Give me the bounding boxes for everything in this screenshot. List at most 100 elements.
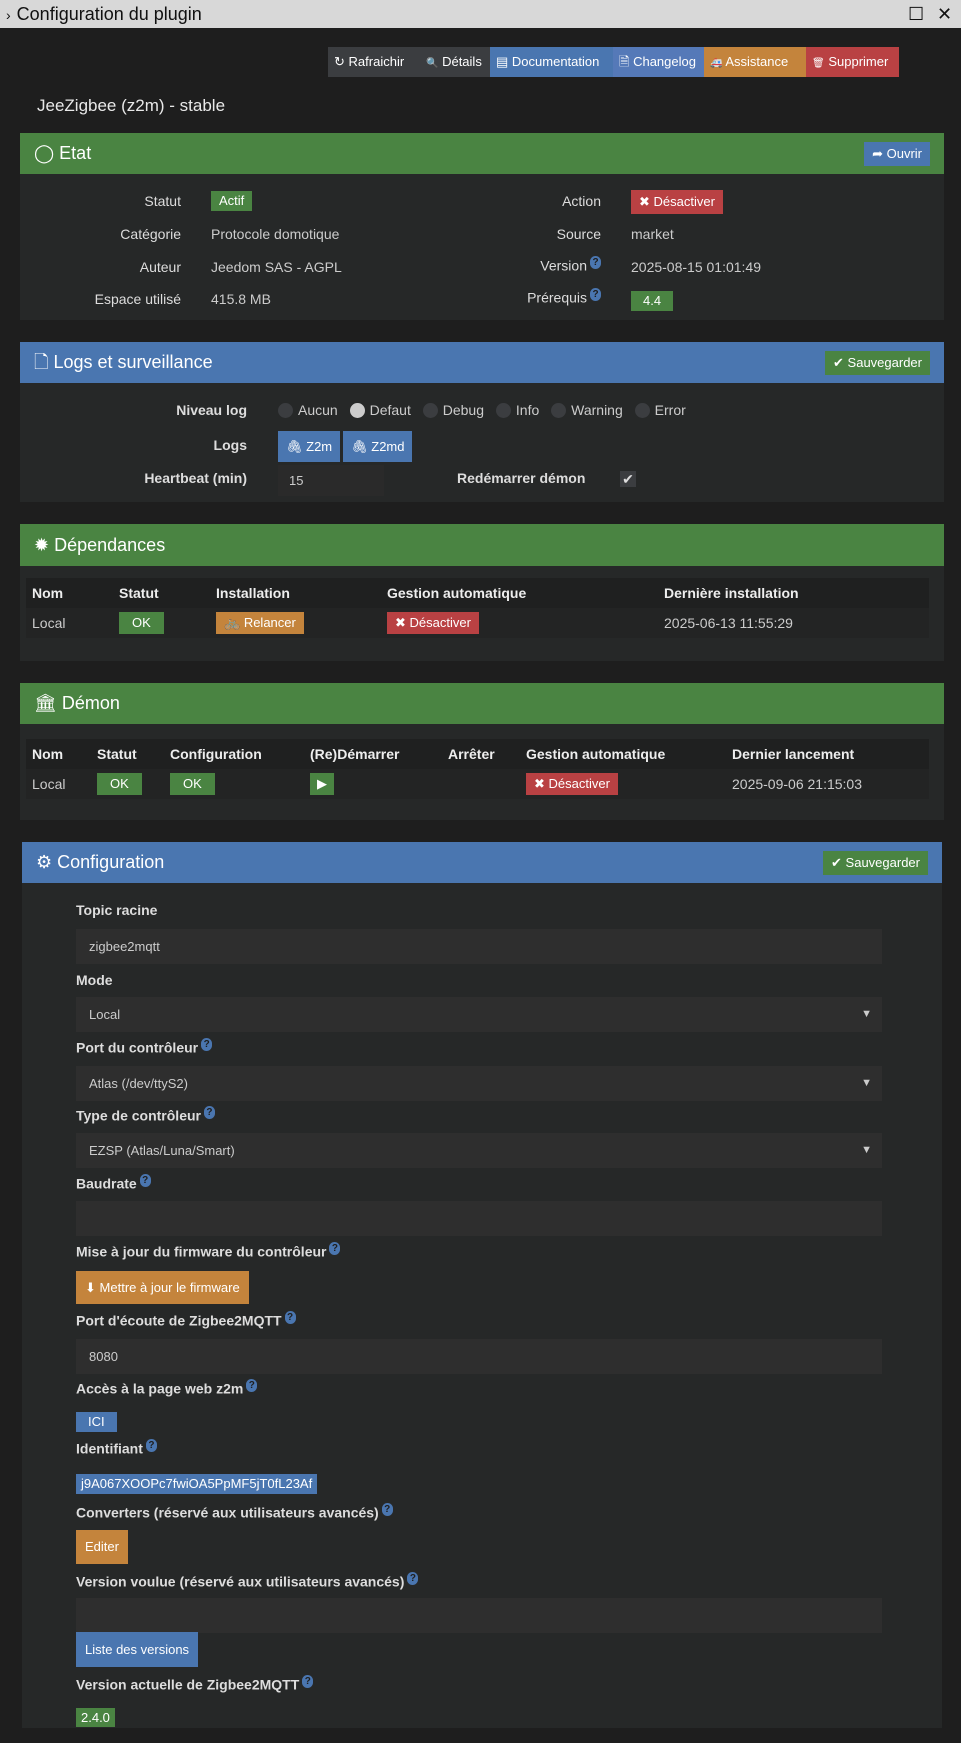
- port-label: Port du contrôleur: [76, 1039, 199, 1056]
- help-icon[interactable]: ?: [590, 288, 601, 301]
- topic-input[interactable]: zigbee2mqtt: [76, 929, 882, 964]
- column-header: Dernier lancement: [732, 746, 855, 762]
- help-icon[interactable]: ?: [329, 1242, 341, 1255]
- edit-converters-button[interactable]: Editer: [76, 1530, 128, 1564]
- logs-header: 🗋 Logs et surveillance ✔ Sauvegarder: [20, 342, 944, 383]
- wanted-version-label: Version voulue (réservé aux utilisateurs…: [76, 1573, 405, 1590]
- column-header: Configuration: [170, 746, 262, 762]
- help-icon[interactable]: ?: [145, 1439, 157, 1452]
- web-access-label: Accès à la page web z2m: [76, 1380, 244, 1397]
- type-value: EZSP (Atlas/Luna/Smart): [89, 1143, 235, 1158]
- web-ici-button[interactable]: ICI: [76, 1412, 117, 1432]
- category-value: Protocole domotique: [211, 226, 340, 242]
- dependencies-panel: ✹ Dépendances Nom Statut Installation Gesti…: [20, 524, 944, 661]
- dependencies-title: Dépendances: [54, 535, 166, 555]
- details-button[interactable]: 🔍 Détails: [420, 47, 490, 77]
- daemon-auto-deactivate-button[interactable]: ✖ Désactiver: [526, 773, 618, 795]
- help-icon[interactable]: ?: [246, 1379, 258, 1392]
- open-button[interactable]: ➦ Ouvrir: [864, 142, 930, 166]
- logs-panel: 🗋 Logs et surveillance ✔ Sauvegarder Niv…: [20, 342, 944, 502]
- radio-debug[interactable]: [422, 402, 438, 418]
- firmware-label: Mise à jour du firmware du contrôleur: [76, 1243, 327, 1260]
- converters-label: Converters (réservé aux utilisateurs ava…: [76, 1504, 379, 1521]
- plugin-toolbar: ↻ Rafraichir 🔍 Détails ▤ Documentation 🗎…: [328, 47, 899, 77]
- assistance-button[interactable]: 🚑 Assistance: [704, 47, 806, 77]
- help-icon[interactable]: ?: [590, 256, 601, 269]
- help-icon[interactable]: ?: [201, 1038, 213, 1051]
- refresh-icon: ↻: [334, 54, 345, 69]
- field-label: Topic racine: [76, 902, 158, 918]
- caret-down-icon: ▼: [861, 1008, 872, 1020]
- help-icon[interactable]: ?: [203, 1106, 215, 1119]
- dep-name: Local: [26, 608, 113, 638]
- chevron-icon[interactable]: ›: [6, 7, 11, 23]
- close-icon[interactable]: ✕: [937, 0, 952, 28]
- play-icon: ▶: [317, 776, 327, 791]
- save-button[interactable]: ✔ Sauvegarder: [825, 351, 930, 375]
- deactivate-button[interactable]: ✖ Désactiver: [631, 190, 723, 214]
- daemon-table: Nom Statut Configuration (Re)Démarrer Arrête…: [26, 739, 929, 799]
- changelog-button[interactable]: 🗎 Changelog: [613, 47, 704, 77]
- port-select[interactable]: Atlas (/dev/ttyS2) ▼: [76, 1066, 882, 1101]
- changelog-label: Changelog: [633, 54, 696, 69]
- help-icon[interactable]: ?: [302, 1675, 314, 1688]
- delete-button[interactable]: 🗑 Supprimer: [806, 47, 899, 77]
- config-save-button[interactable]: ✔ Sauvegarder: [823, 851, 928, 875]
- baud-label: Baudrate: [76, 1175, 137, 1192]
- refresh-label: Rafraichir: [348, 54, 405, 69]
- etat-title: Etat: [59, 143, 92, 163]
- update-firmware-label: Mettre à jour le firmware: [99, 1280, 240, 1295]
- etat-header: ◯ Etat ➦ Ouvrir: [20, 133, 944, 174]
- configuration-panel: ⚙ Configuration ✔ Sauvegarder Topic raci…: [22, 842, 942, 1728]
- help-icon[interactable]: ?: [139, 1174, 151, 1187]
- column-header: Installation: [216, 585, 290, 601]
- restart-daemon-label: Redémarrer démon: [457, 470, 586, 486]
- dependencies-header: ✹ Dépendances: [20, 524, 944, 566]
- relaunch-button[interactable]: 🚲 Relancer: [216, 612, 304, 634]
- version-list-button[interactable]: Liste des versions: [76, 1632, 199, 1667]
- radio-defaut[interactable]: [349, 402, 365, 418]
- listen-port-input[interactable]: 8080: [76, 1339, 882, 1374]
- radio-warning[interactable]: [551, 402, 567, 418]
- baudrate-input[interactable]: [76, 1201, 882, 1236]
- topic-label: Topic racine: [76, 902, 882, 922]
- mode-select[interactable]: Local ▼: [76, 997, 882, 1032]
- version-value: 2025-08-15 01:01:49: [631, 259, 761, 275]
- help-icon[interactable]: ?: [407, 1572, 419, 1585]
- save-label: Sauvegarder: [845, 855, 920, 870]
- table-row: Local OK OK ▶ ✖ Désactiver 2025-09-06 21…: [26, 769, 929, 799]
- help-icon[interactable]: ?: [284, 1311, 296, 1324]
- documentation-button[interactable]: ▤ Documentation: [490, 47, 613, 77]
- caret-down-icon: ▼: [861, 1077, 872, 1089]
- save-label: Sauvegarder: [847, 355, 922, 370]
- table-row: Local OK 🚲 Relancer ✖ Désactiver 2025-06…: [26, 608, 929, 638]
- help-icon[interactable]: ?: [381, 1503, 393, 1516]
- source-label: Source: [556, 226, 601, 242]
- radio-info[interactable]: [495, 402, 511, 418]
- log-level-label: Niveau log: [176, 402, 247, 418]
- dependencies-table: Nom Statut Installation Gestion automatique…: [26, 578, 929, 638]
- maximize-icon[interactable]: ☐: [908, 0, 924, 28]
- download-icon: ⬇: [85, 1280, 96, 1295]
- prereq-label: Prérequis?: [420, 288, 601, 306]
- identifier-label: Identifiant: [76, 1440, 143, 1457]
- space-label: Espace utilisé: [94, 291, 181, 307]
- daemon-config-badge: OK: [170, 773, 215, 795]
- heartbeat-input[interactable]: 15: [278, 465, 384, 496]
- restart-daemon-checkbox[interactable]: ✔: [620, 471, 636, 487]
- daemon-last-launch: 2025-09-06 21:15:03: [726, 769, 929, 799]
- column-header: Dernière installation: [664, 585, 799, 601]
- radio-aucun[interactable]: [278, 402, 293, 418]
- log-z2md-button[interactable]: 🖇 Z2md: [343, 431, 413, 462]
- type-select[interactable]: EZSP (Atlas/Luna/Smart) ▼: [76, 1133, 882, 1168]
- source-value: market: [631, 226, 674, 242]
- bank-icon: 🏛: [34, 693, 57, 713]
- log-z2m-button[interactable]: 🖇 Z2m: [278, 431, 341, 462]
- deps-auto-deactivate-button[interactable]: ✖ Désactiver: [387, 612, 479, 634]
- configuration-header: ⚙ Configuration ✔ Sauvegarder: [22, 842, 942, 883]
- update-firmware-button[interactable]: ⬇ Mettre à jour le firmware: [76, 1271, 249, 1304]
- radio-error[interactable]: [634, 402, 650, 418]
- start-daemon-button[interactable]: ▶: [310, 773, 334, 795]
- refresh-button[interactable]: ↻ Rafraichir: [328, 47, 420, 77]
- wanted-version-input[interactable]: [76, 1598, 882, 1633]
